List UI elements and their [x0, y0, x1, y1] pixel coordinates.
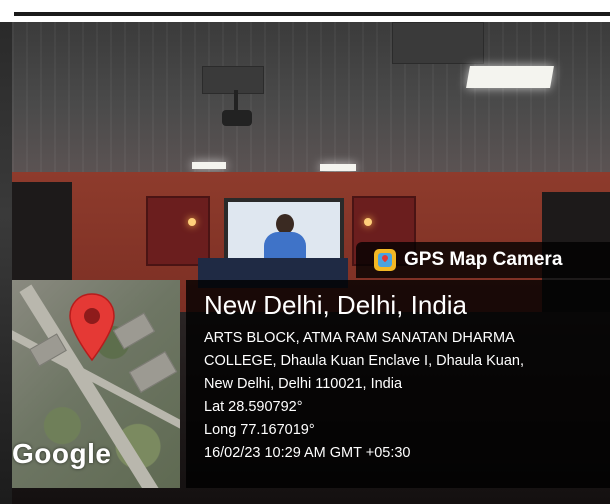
wall-sconce — [364, 218, 372, 226]
ceiling-light — [320, 164, 356, 171]
address-line: ARTS BLOCK, ATMA RAM SANATAN DHARMA — [204, 330, 515, 346]
wall-panel — [146, 196, 210, 266]
map-thumbnail: Google — [12, 280, 180, 488]
ceiling-vent — [392, 22, 484, 64]
longitude-value: Long 77.167019° — [204, 422, 315, 438]
app-badge: GPS Map Camera — [356, 242, 610, 278]
projector — [222, 110, 252, 126]
ceiling-light — [192, 162, 226, 169]
person-on-screen-body — [264, 232, 306, 260]
timestamp-value: 16/02/23 10:29 AM GMT +05:30 — [204, 445, 411, 461]
app-name-label: GPS Map Camera — [404, 249, 563, 270]
address-line: COLLEGE, Dhaula Kuan Enclave I, Dhaula K… — [204, 353, 524, 369]
gps-map-camera-app-icon — [374, 249, 396, 271]
ceiling-vent — [202, 66, 264, 94]
address-line: New Delhi, Delhi 110021, India — [204, 376, 403, 392]
location-info-panel: New Delhi, Delhi, India ARTS BLOCK, ATMA… — [186, 280, 610, 488]
left-edge-strip — [0, 22, 12, 504]
latitude-value: Lat 28.590792° — [204, 399, 303, 415]
wall-sconce — [188, 218, 196, 226]
google-logo: Google — [12, 438, 112, 469]
map-building — [128, 351, 178, 393]
top-rule — [14, 12, 610, 16]
map-building — [112, 312, 156, 350]
location-title: New Delhi, Delhi, India — [204, 290, 468, 320]
person-on-screen — [276, 214, 294, 234]
top-border — [0, 0, 610, 22]
ceiling — [12, 22, 610, 172]
projector-mount — [234, 90, 238, 110]
ceiling-light — [466, 66, 554, 88]
map-pin-icon — [69, 293, 115, 362]
